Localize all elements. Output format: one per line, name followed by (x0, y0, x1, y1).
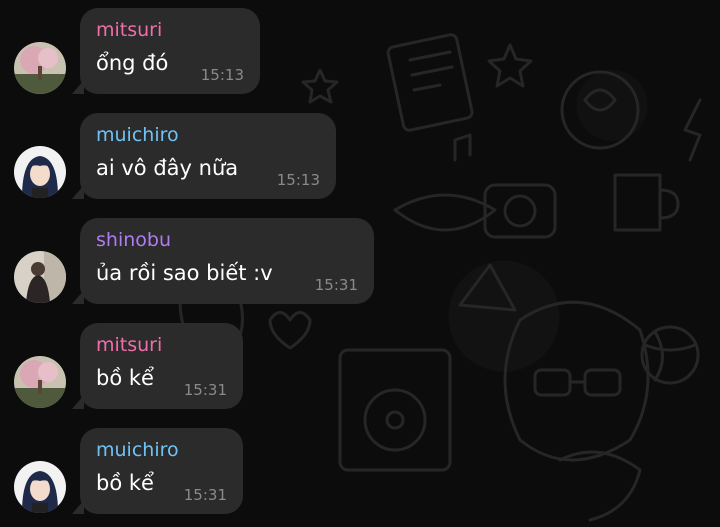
message-text: bồ kể (96, 471, 154, 495)
chat-area[interactable]: mitsuri ổng đó 15:13 muichiro ai vô đây … (0, 0, 720, 527)
message-text: ổng đó (96, 51, 169, 75)
message-bubble[interactable]: mitsuri ổng đó 15:13 (72, 8, 260, 94)
shinobu-avatar-icon[interactable] (14, 251, 66, 303)
message-time: 15:31 (314, 276, 358, 294)
message-time: 15:13 (276, 171, 320, 189)
sender-name[interactable]: muichiro (96, 123, 320, 147)
message-text: bồ kể (96, 366, 154, 390)
message-text: ai vô đây nữa (96, 156, 239, 180)
message-bubble[interactable]: mitsuri bồ kể 15:31 (72, 323, 243, 409)
message-text: ủa rồi sao biết :v (96, 261, 273, 285)
mitsuri-avatar-icon[interactable] (14, 42, 66, 94)
message-time: 15:31 (183, 381, 227, 399)
message-time: 15:13 (200, 66, 244, 84)
mitsuri-avatar-icon[interactable] (14, 356, 66, 408)
muichiro-avatar-icon[interactable] (14, 146, 66, 198)
muichiro-avatar-icon[interactable] (14, 461, 66, 513)
sender-name[interactable]: muichiro (96, 438, 227, 462)
message-bubble[interactable]: muichiro bồ kể 15:31 (72, 428, 243, 514)
sender-name[interactable]: mitsuri (96, 18, 244, 42)
message-time: 15:31 (183, 486, 227, 504)
message-bubble[interactable]: shinobu ủa rồi sao biết :v 15:31 (72, 218, 374, 304)
message-bubble[interactable]: muichiro ai vô đây nữa 15:13 (72, 113, 336, 199)
sender-name[interactable]: shinobu (96, 228, 358, 252)
sender-name[interactable]: mitsuri (96, 333, 227, 357)
